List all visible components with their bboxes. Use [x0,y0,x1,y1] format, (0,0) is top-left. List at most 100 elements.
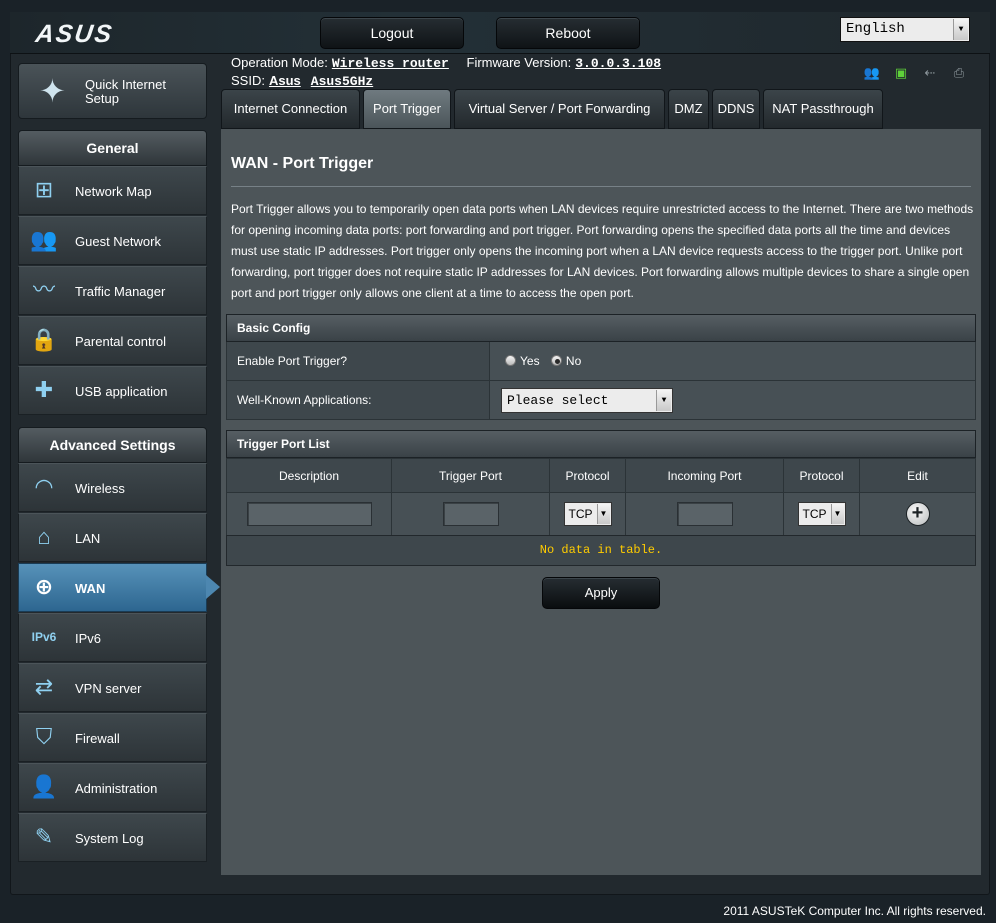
incoming-protocol-value: TCP [802,507,827,521]
sidebar-item-label: Traffic Manager [75,284,166,299]
radio-yes-label: Yes [520,354,540,368]
trigger-port-list-header: Trigger Port List [226,430,976,458]
chevron-down-icon: ▼ [656,390,671,411]
info-bar: Operation Mode: Wireless router Firmware … [231,55,661,91]
reboot-button[interactable]: Reboot [496,17,640,49]
network-map-icon: ⊞ [34,177,54,202]
radio-no-label: No [565,354,582,368]
ssid-link-1[interactable]: Asus [269,73,301,88]
sidebar-item-label: Guest Network [75,234,161,249]
sidebar-item-label: WAN [75,581,106,596]
sidebar-item-vpn-server[interactable]: ⇄ VPN server [18,663,207,712]
sidebar-item-parental-control[interactable]: 🔒 Parental control [18,316,207,365]
tab-virtual-server[interactable]: Virtual Server / Port Forwarding [454,89,665,129]
tab-internet-connection[interactable]: Internet Connection [221,89,360,129]
guest-network-icon: 👥 [30,227,58,252]
enable-port-trigger-row: Enable Port Trigger? Yes No [226,342,976,381]
sidebar-item-label: Administration [75,781,158,796]
incoming-port-input[interactable] [676,502,733,526]
clients-icon[interactable]: 👥 [862,65,882,81]
enable-port-trigger-label: Enable Port Trigger? [227,342,490,380]
sidebar-item-label: Network Map [75,184,152,199]
advanced-settings-header: Advanced Settings [18,427,207,463]
page-title: WAN - Port Trigger [231,155,374,172]
empty-table-message: No data in table. [226,535,976,566]
basic-config-header: Basic Config [226,314,976,342]
firmware-label: Firmware Version: [466,55,572,70]
add-rule-button[interactable]: + [905,502,930,526]
sidebar-item-ipv6[interactable]: IPv6 IPv6 [18,613,207,662]
sidebar-item-guest-network[interactable]: 👥 Guest Network [18,216,207,265]
tab-port-trigger[interactable]: Port Trigger [363,89,451,129]
vpn-icon: ⇄ [34,674,54,699]
column-edit: Edit [859,458,976,493]
table-input-row: TCP ▼ TCP ▼ + [226,492,976,536]
user-icon: 👤 [30,774,58,799]
chevron-down-icon: ▼ [596,504,610,524]
language-select[interactable]: English ▼ [840,17,970,42]
sidebar-item-label: USB application [75,384,168,399]
sidebar-item-wan[interactable]: ⊕ WAN [18,563,207,612]
description-input[interactable] [246,502,372,526]
column-trigger-port: Trigger Port [391,458,550,493]
wifi-icon: ◠ [34,474,54,499]
sidebar-item-traffic-manager[interactable]: 〰 Traffic Manager [18,266,207,315]
footer-copyright: 2011 ASUSTeK Computer Inc. All rights re… [723,904,986,918]
sidebar-item-firewall[interactable]: ⛉ Firewall [18,713,207,762]
chevron-down-icon: ▼ [830,504,844,524]
well-known-apps-label: Well-Known Applications: [227,381,490,419]
sidebar-item-network-map[interactable]: ⊞ Network Map [18,166,207,215]
incoming-protocol-select[interactable]: TCP ▼ [797,502,846,526]
magic-wand-icon: ✦ [39,73,66,109]
table-header-row: Description Trigger Port Protocol Incomi… [226,458,976,493]
enable-radio-group: Yes No [505,342,581,380]
sidebar-item-label: Firewall [75,731,120,746]
printer-icon[interactable]: ⎙ [949,65,969,81]
apply-button[interactable]: Apply [542,577,660,609]
quick-setup-label: Quick Internet Setup [85,77,166,106]
trigger-protocol-select[interactable]: TCP ▼ [563,502,612,526]
sidebar-item-system-log[interactable]: ✎ System Log [18,813,207,862]
home-icon: ⌂ [37,524,51,549]
column-description: Description [226,458,392,493]
firmware-link[interactable]: 3.0.0.3.108 [575,56,661,71]
edit-log-icon: ✎ [34,824,54,849]
well-known-apps-select[interactable]: Please select ▼ [501,388,673,413]
sidebar-item-label: IPv6 [75,631,102,646]
main-panel: WAN - Port Trigger Port Trigger allows y… [221,129,981,875]
sidebar-item-label: VPN server [75,681,142,696]
radio-yes[interactable]: Yes [505,354,540,368]
radio-no[interactable]: No [550,354,582,368]
well-known-apps-value: Please select [507,393,609,408]
trigger-port-input[interactable] [442,502,499,526]
sidebar-item-lan[interactable]: ⌂ LAN [18,513,207,562]
ssid-label: SSID: [231,73,265,88]
general-header: General [18,130,207,166]
traffic-manager-icon: 〰 [32,277,55,302]
operation-mode-link[interactable]: Wireless router [332,56,449,71]
active-indicator-arrow [206,575,220,599]
operation-mode-label: Operation Mode: [231,55,328,70]
sidebar-item-label: LAN [75,531,101,546]
title-divider [231,186,971,187]
network-icon[interactable]: ▣ [891,65,911,81]
tab-nat-passthrough[interactable]: NAT Passthrough [763,89,883,129]
asus-logo: ASUS [33,20,116,48]
language-value: English [846,21,905,37]
quick-internet-setup-button[interactable]: ✦ Quick Internet Setup [18,63,207,119]
column-protocol: Protocol [549,458,626,493]
ssid-link-2[interactable]: Asus5GHz [311,74,373,89]
shield-icon: ⛉ [35,724,53,749]
sidebar-item-wireless[interactable]: ◠ Wireless [18,463,207,512]
usb-icon[interactable]: ⇠ [920,65,940,81]
trigger-port-table: Description Trigger Port Protocol Incomi… [226,458,976,536]
sidebar-item-usb-application[interactable]: ✚ USB application [18,366,207,415]
sidebar-item-administration[interactable]: 👤 Administration [18,763,207,812]
lock-icon: 🔒 [30,327,58,352]
tab-ddns[interactable]: DDNS [712,89,760,129]
logout-button[interactable]: Logout [320,17,464,49]
trigger-protocol-value: TCP [568,507,593,521]
tab-dmz[interactable]: DMZ [668,89,709,129]
sidebar-item-label: System Log [75,831,144,846]
sidebar-item-label: Wireless [75,481,125,496]
